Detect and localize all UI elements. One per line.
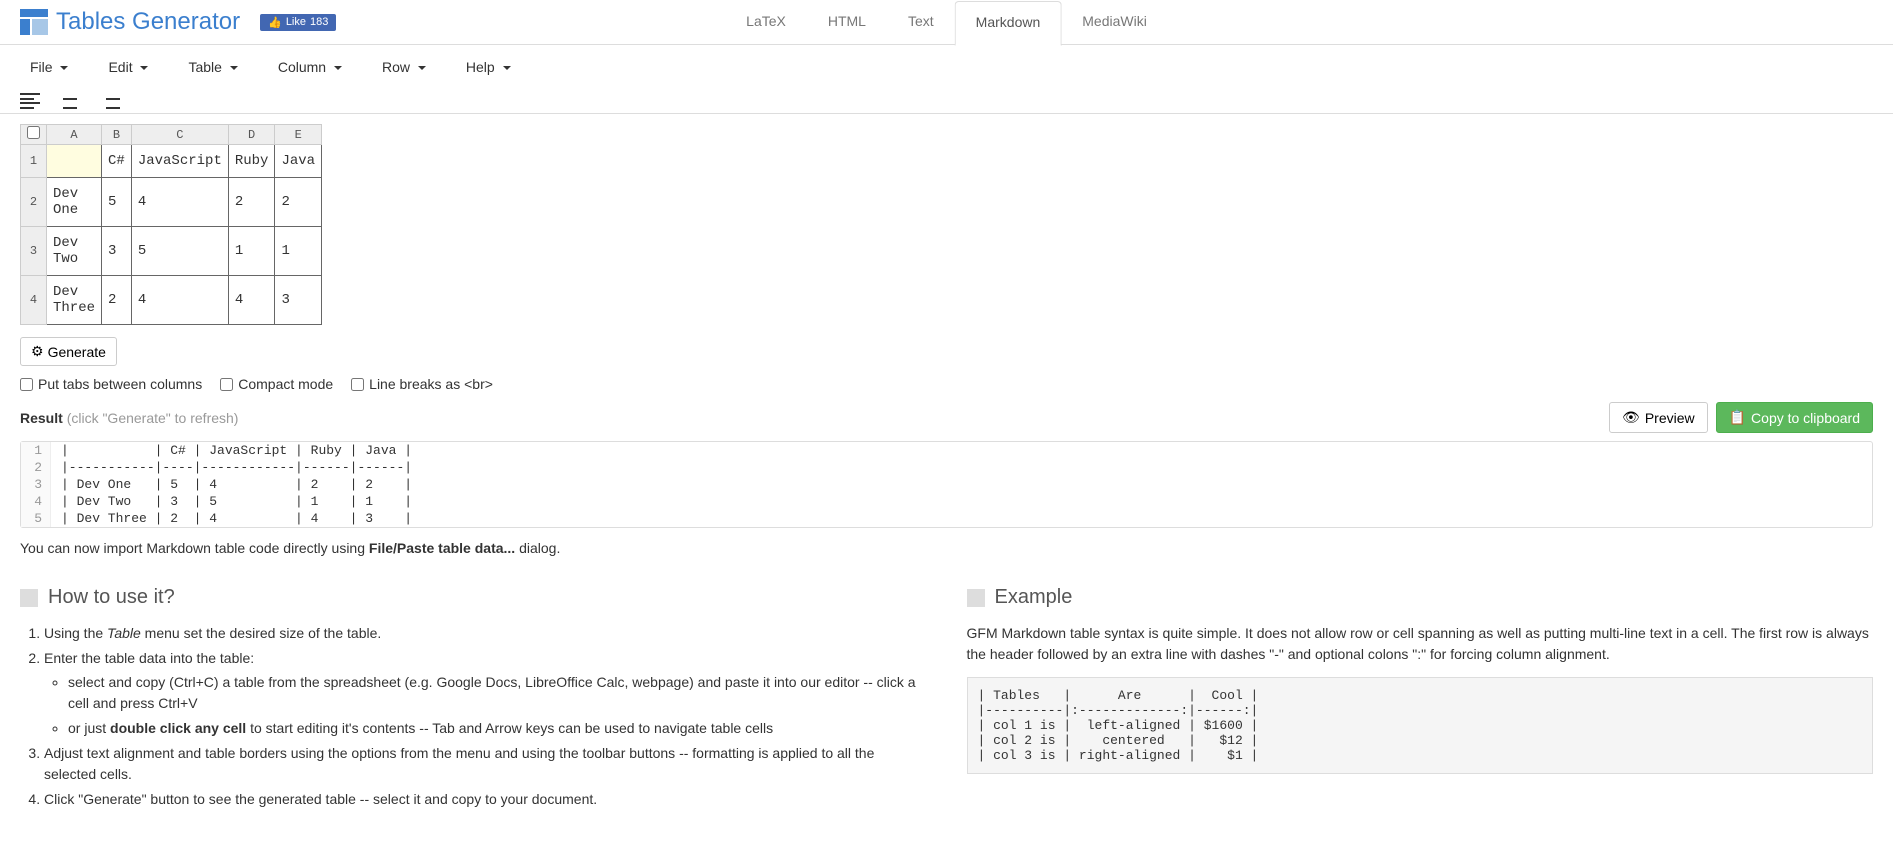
code-text: | | C# | JavaScript | Ruby | Java | — [51, 442, 422, 459]
grid-cell[interactable]: 5 — [102, 178, 132, 227]
howto-title: How to use it? — [20, 586, 927, 609]
tabs-checkbox[interactable] — [20, 378, 33, 391]
howto-item: Enter the table data into the table:sele… — [44, 648, 927, 739]
tabs-option[interactable]: Put tabs between columns — [20, 376, 202, 392]
grid-cell[interactable]: C# — [102, 145, 132, 178]
col-header[interactable]: C — [131, 125, 228, 145]
select-all[interactable] — [21, 125, 47, 145]
thumbs-up-icon: 👍 — [268, 16, 282, 29]
example-title: Example — [967, 586, 1874, 609]
line-number: 1 — [21, 442, 51, 459]
menu-row[interactable]: Row — [372, 53, 436, 81]
compact-option[interactable]: Compact mode — [220, 376, 333, 392]
howto-list: Using the Table menu set the desired siz… — [20, 623, 927, 810]
format-tabs: LaTeXHTMLTextMarkdownMediaWiki — [725, 0, 1168, 45]
grid-cell[interactable]: 2 — [102, 276, 132, 325]
grid-cell[interactable]: Dev One — [47, 178, 102, 227]
result-code[interactable]: 1| | C# | JavaScript | Ruby | Java |2|--… — [20, 441, 1873, 528]
code-text: | Dev One | 5 | 4 | 2 | 2 | — [51, 476, 422, 493]
tab-latex[interactable]: LaTeX — [725, 0, 807, 45]
preview-button[interactable]: 👁Preview — [1609, 402, 1708, 433]
grid-cell[interactable]: JavaScript — [131, 145, 228, 178]
menu-table[interactable]: Table — [178, 53, 247, 81]
howto-item: Adjust text alignment and table borders … — [44, 743, 927, 785]
grid-cell[interactable]: 3 — [102, 227, 132, 276]
caret-down-icon — [418, 66, 426, 70]
howto-item: Click "Generate" button to see the gener… — [44, 789, 927, 810]
line-number: 2 — [21, 459, 51, 476]
clipboard-icon: 📋 — [1729, 409, 1746, 426]
result-label: Result (click "Generate" to refresh) — [20, 410, 238, 426]
tab-markdown[interactable]: Markdown — [955, 1, 1062, 46]
caret-down-icon — [140, 66, 148, 70]
line-number: 5 — [21, 510, 51, 527]
grid-cell[interactable] — [47, 145, 102, 178]
br-checkbox[interactable] — [351, 378, 364, 391]
data-grid[interactable]: ABCDE1C#JavaScriptRubyJava2Dev One54223D… — [20, 124, 322, 325]
grid-cell[interactable]: 2 — [228, 178, 275, 227]
br-option[interactable]: Line breaks as <br> — [351, 376, 493, 392]
line-number: 3 — [21, 476, 51, 493]
gear-icon: ⚙ — [31, 343, 44, 360]
col-header[interactable]: B — [102, 125, 132, 145]
code-text: | Dev Two | 3 | 5 | 1 | 1 | — [51, 493, 422, 510]
grid-cell[interactable]: Dev Two — [47, 227, 102, 276]
line-number: 4 — [21, 493, 51, 510]
howto-subitem: select and copy (Ctrl+C) a table from th… — [68, 672, 927, 714]
menu-column[interactable]: Column — [268, 53, 352, 81]
howto-item: Using the Table menu set the desired siz… — [44, 623, 927, 644]
grid-cell[interactable]: 3 — [275, 276, 322, 325]
grid-cell[interactable]: 4 — [228, 276, 275, 325]
menu-file[interactable]: File — [20, 53, 78, 81]
col-header[interactable]: A — [47, 125, 102, 145]
grid-cell[interactable]: Java — [275, 145, 322, 178]
generate-button[interactable]: ⚙ Generate — [20, 337, 117, 366]
tab-mediawiki[interactable]: MediaWiki — [1061, 0, 1168, 45]
brand[interactable]: Tables Generator — [20, 8, 240, 36]
eye-icon: 👁 — [1622, 409, 1640, 426]
align-right-button[interactable] — [100, 93, 120, 109]
align-center-button[interactable] — [60, 93, 80, 109]
align-toolbar — [0, 89, 1893, 114]
menu-edit[interactable]: Edit — [98, 53, 158, 81]
menu-help[interactable]: Help — [456, 53, 521, 81]
compact-checkbox[interactable] — [220, 378, 233, 391]
grid-cell[interactable]: Dev Three — [47, 276, 102, 325]
fb-like-button[interactable]: 👍 Like 183 — [260, 14, 336, 31]
grid-cell[interactable]: 1 — [228, 227, 275, 276]
copy-button[interactable]: 📋Copy to clipboard — [1716, 402, 1873, 433]
grid-cell[interactable]: 5 — [131, 227, 228, 276]
menubar: File Edit Table Column Row Help — [0, 45, 1893, 89]
row-header[interactable]: 3 — [21, 227, 47, 276]
align-left-button[interactable] — [20, 93, 40, 109]
caret-down-icon — [60, 66, 68, 70]
row-header[interactable]: 2 — [21, 178, 47, 227]
caret-down-icon — [230, 66, 238, 70]
caret-down-icon — [334, 66, 342, 70]
tab-text[interactable]: Text — [887, 0, 955, 45]
grid-cell[interactable]: Ruby — [228, 145, 275, 178]
grid-cell[interactable]: 2 — [275, 178, 322, 227]
tab-html[interactable]: HTML — [807, 0, 887, 45]
col-header[interactable]: D — [228, 125, 275, 145]
col-header[interactable]: E — [275, 125, 322, 145]
howto-subitem: or just double click any cell to start e… — [68, 718, 927, 739]
grid-cell[interactable]: 4 — [131, 178, 228, 227]
logo-icon — [20, 9, 48, 35]
code-text: | Dev Three | 2 | 4 | 4 | 3 | — [51, 510, 422, 527]
import-note: You can now import Markdown table code d… — [20, 540, 1873, 556]
code-text: |-----------|----|------------|------|--… — [51, 459, 422, 476]
row-header[interactable]: 1 — [21, 145, 47, 178]
brand-title: Tables Generator — [56, 8, 240, 36]
row-header[interactable]: 4 — [21, 276, 47, 325]
grid-cell[interactable]: 1 — [275, 227, 322, 276]
caret-down-icon — [503, 66, 511, 70]
grid-cell[interactable]: 4 — [131, 276, 228, 325]
example-desc: GFM Markdown table syntax is quite simpl… — [967, 623, 1874, 665]
example-code[interactable]: | Tables | Are | Cool | |----------|:---… — [967, 677, 1874, 774]
